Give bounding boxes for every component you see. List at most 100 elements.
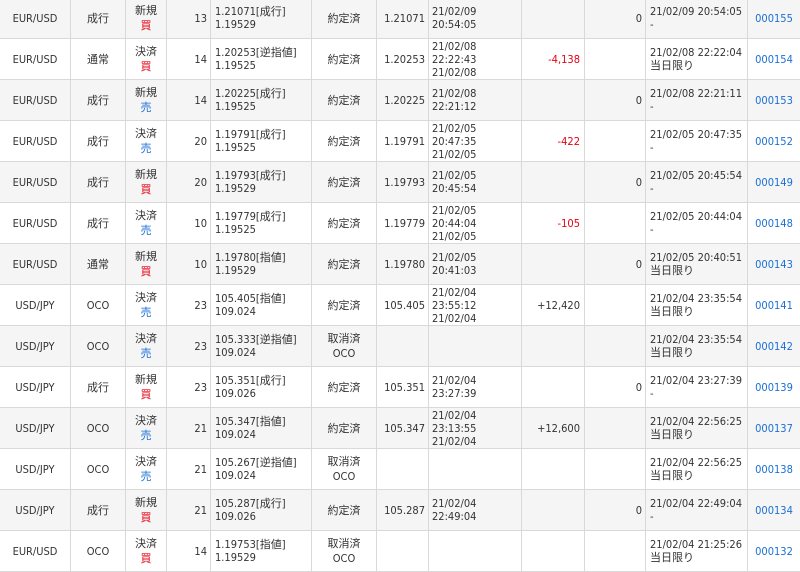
order-date-cell: 21/02/05 20:40:51 当日限り [646,244,748,284]
order-price: 105.287[成行] [215,497,286,510]
order-datetime: 21/02/04 22:49:04 [650,497,743,510]
order-id-link[interactable]: 000141 [755,299,793,312]
execution-price: 1.20253 [384,52,425,66]
execution-date-cell: 21/02/05 20:45:54 [429,162,522,202]
execution-date-cell: 21/02/08 22:21:12 [429,80,522,120]
order-price-cell: 105.351[成行] 109.026 [211,367,312,407]
trade-type-cell: 決済売 [126,449,167,489]
order-price-reference: 109.024 [215,346,256,359]
order-type: OCO [86,339,110,353]
order-date-cell: 21/02/04 22:49:04- [646,490,748,530]
order-id-link[interactable]: 000148 [755,217,793,230]
quantity: 14 [194,544,207,558]
order-id-link[interactable]: 000153 [755,94,793,107]
order-price-reference: 109.026 [215,387,256,400]
execution-datetime: 21/02/04 23:27:39 [432,374,477,400]
trade-side: 売 [140,224,152,237]
order-type-cell: OCO [71,408,126,448]
currency-pair: EUR/USD [12,11,58,25]
quantity: 14 [194,52,207,66]
order-id-cell: 000153 [748,80,800,120]
order-datetime: 21/02/04 22:56:25 [650,415,743,428]
quantity-cell: 20 [167,162,211,202]
order-id-link[interactable]: 000139 [755,381,793,394]
execution-price: 1.19791 [384,134,425,148]
order-price-cell: 1.19793[成行] 1.19529 [211,162,312,202]
order-id-link[interactable]: 000152 [755,135,793,148]
execution-datetime: 21/02/05 20:44:04 [432,203,477,230]
order-datetime: 21/02/04 23:35:54 [650,333,743,346]
currency-pair-cell: EUR/USD [0,531,71,571]
quantity-cell: 23 [167,367,211,407]
order-price: 1.20225[成行] [215,87,286,100]
order-price-cell: 105.267[逆指値] 109.024 [211,449,312,489]
currency-pair: EUR/USD [12,134,58,148]
order-id-link[interactable]: 000138 [755,463,793,476]
swap-value: 0 [635,503,642,517]
order-id-link[interactable]: 000142 [755,340,793,353]
order-status-cell: 取消済 OCO [312,531,377,571]
swap-cell: 0 [585,162,646,202]
order-date-cell: 21/02/04 22:56:25 当日限り [646,408,748,448]
order-price-cell: 1.21071[成行] 1.19529 [211,0,312,38]
currency-pair-cell: EUR/USD [0,121,71,161]
order-price-reference: 1.19529 [215,264,256,277]
execution-date-cell: 21/02/04 23:55:12 21/02/04 [429,285,522,325]
trade-type: 決済 [135,127,157,140]
profit-loss-cell: -422 [522,121,585,161]
order-datetime: 21/02/05 20:47:35 [650,128,743,141]
order-price-cell: 1.19779[成行] 1.19525 [211,203,312,243]
trade-side: 売 [140,306,152,319]
order-type: 成行 [87,217,109,230]
currency-pair-cell: EUR/USD [0,244,71,284]
order-status-detail: OCO [332,347,356,360]
trade-type: 決済 [135,209,157,222]
trade-type: 決済 [135,291,157,304]
quantity: 21 [194,421,207,435]
execution-price-cell [377,531,429,571]
order-datetime: 21/02/08 22:21:11 [650,87,743,100]
currency-pair: USD/JPY [15,462,55,476]
trade-type-cell: 決済買 [126,531,167,571]
profit-loss-cell: -105 [522,203,585,243]
order-id-link[interactable]: 000134 [755,504,793,517]
order-validity: 当日限り [650,346,694,359]
order-validity: 当日限り [650,264,694,277]
execution-datetime: 21/02/05 20:41:03 [432,251,477,277]
order-id-link[interactable]: 000154 [755,53,793,66]
execution-date-cell: 21/02/04 23:27:39 [429,367,522,407]
order-id-cell: 000141 [748,285,800,325]
trade-type-cell: 新規買 [126,490,167,530]
order-status: 約定済 [327,134,361,148]
currency-pair-cell: USD/JPY [0,490,71,530]
order-status-cell: 約定済 [312,408,377,448]
order-id-link[interactable]: 000137 [755,422,793,435]
order-date-cell: 21/02/04 23:35:54 当日限り [646,285,748,325]
quantity-cell: 21 [167,490,211,530]
execution-date-cell: 21/02/04 22:49:04 [429,490,522,530]
order-price: 105.267[逆指値] [215,456,297,469]
order-id-link[interactable]: 000132 [755,545,793,558]
quantity-cell: 13 [167,0,211,38]
currency-pair-cell: USD/JPY [0,408,71,448]
order-id-cell: 000152 [748,121,800,161]
order-id-link[interactable]: 000149 [755,176,793,189]
quantity-cell: 10 [167,203,211,243]
swap-cell [585,285,646,325]
quantity-cell: 23 [167,285,211,325]
order-type: 成行 [87,504,109,517]
quantity-cell: 14 [167,80,211,120]
table-row: EUR/USD 成行 決済売 20 1.19791[成行] 1.19525 約定済 1.197… [0,121,800,162]
table-row: EUR/USD 通常 決済買 14 1.20253[逆指値] 1.19525 約定済 1.20… [0,39,800,80]
profit-loss-cell [522,326,585,366]
order-id-link[interactable]: 000155 [755,12,793,25]
swap-cell: 0 [585,490,646,530]
order-type-cell: 通常 [71,39,126,79]
order-id-link[interactable]: 000143 [755,258,793,271]
table-row: EUR/USD 成行 決済売 10 1.19779[成行] 1.19525 約定済 1.197… [0,203,800,244]
swap-value: 0 [635,380,642,394]
table-row: EUR/USD 成行 新規買 13 1.21071[成行] 1.19529 約定済 1.210… [0,0,800,39]
order-status: 約定済 [327,175,361,189]
order-type-cell: 成行 [71,203,126,243]
currency-pair-cell: EUR/USD [0,80,71,120]
